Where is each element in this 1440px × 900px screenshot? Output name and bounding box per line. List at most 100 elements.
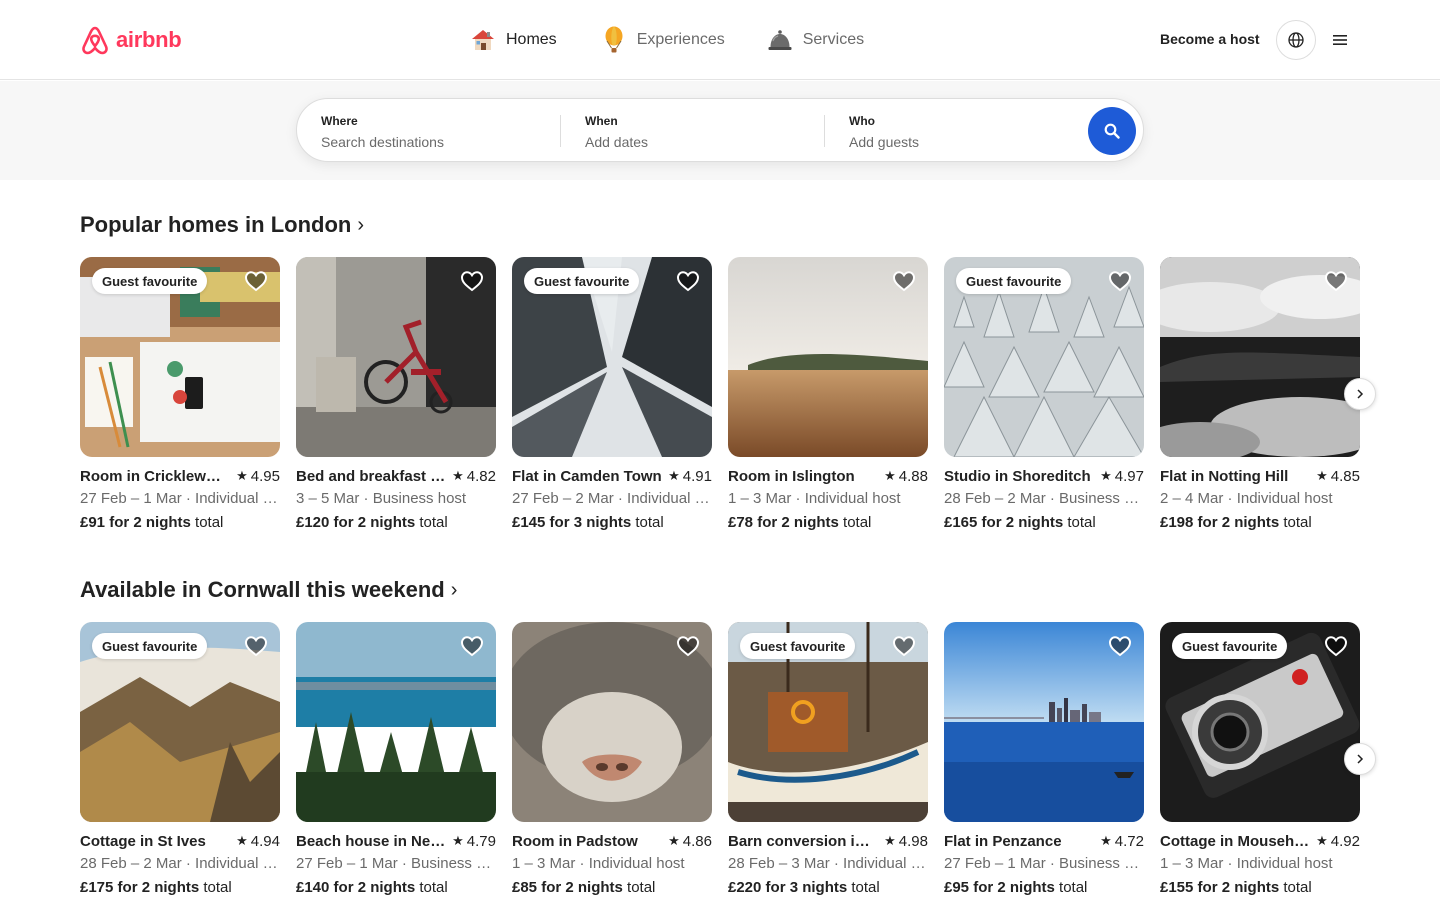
search-icon [1104,123,1120,139]
listing-card[interactable]: Flat in Notting Hill ★ 4.85 2 – 4 Mar · Ind… [1160,257,1360,533]
language-button[interactable] [1276,20,1316,60]
who-label: Who [849,114,875,128]
wishlist-heart-button[interactable] [460,634,484,658]
guest-favourite-badge: Guest favourite [524,268,640,294]
listing-card[interactable]: Room in Padstow ★ 4.86 1 – 3 Mar · Individu… [512,622,712,898]
section-cornwall-weekend: Available in Cornwall this weekend › Guest… [80,576,1376,900]
guest-favourite-badge: Guest favourite [740,633,856,659]
who-field[interactable]: Who Add guests [849,99,1069,163]
wishlist-heart-button[interactable] [1108,634,1132,658]
star-icon: ★ [884,833,896,848]
listing-photo[interactable]: Guest favourite [944,257,1144,457]
listing-title: Flat in Penzance [944,832,1062,850]
wishlist-heart-button[interactable] [892,269,916,293]
listing-photo[interactable] [296,257,496,457]
wishlist-heart-button[interactable] [676,269,700,293]
price-amount: £145 for 3 nights [512,514,632,531]
guest-favourite-badge: Guest favourite [956,268,1072,294]
listing-photo[interactable] [728,257,928,457]
wishlist-heart-button[interactable] [244,269,268,293]
listing-title: Room in Padstow [512,832,638,850]
search-divider [824,115,825,147]
listing-photo[interactable]: Guest favourite [728,622,928,822]
listing-card[interactable]: Guest favourite Room in Cricklewood ★ 4.95 2… [80,257,280,533]
guest-favourite-badge: Guest favourite [92,633,208,659]
listing-photo[interactable]: Guest favourite [80,622,280,822]
listing-photo[interactable] [1160,257,1360,457]
listing-card[interactable]: Bed and breakfast in Hackney ★4.82 3 – 5 M… [296,257,496,533]
price-suffix: total [419,514,448,531]
price-amount: £220 for 3 nights [728,879,848,896]
hamburger-menu-icon [1333,35,1347,45]
listing-title: Bed and breakfast in Hackney [296,467,446,485]
wishlist-heart-button[interactable] [1324,269,1348,293]
listing-info-row: Room in Islington ★ 4.88 [728,467,928,485]
section-title[interactable]: Available in Cornwall this weekend › [80,576,1360,604]
search-band: Where Search destinations When Add dates… [0,81,1440,180]
listing-dates-host: 27 Feb – 1 Mar · Business host [296,855,496,872]
nav-services[interactable]: Services [767,22,864,58]
rating-value: 4.92 [1330,832,1360,850]
section-title[interactable]: Popular homes in London › [80,211,1360,239]
airbnb-logo[interactable]: airbnb [80,24,182,56]
listing-title: Barn conversion in Falmouth [728,832,878,850]
listing-card[interactable]: Room in Islington ★ 4.88 1 – 3 Mar · Indivi… [728,257,928,533]
search-divider [560,115,561,147]
listing-info-row: Flat in Penzance ★ 4.72 [944,832,1144,850]
when-input[interactable]: Add dates [585,134,815,150]
listing-photo[interactable] [512,622,712,822]
listing-carousel: Guest favourite Room in Cricklewood ★ 4.95 2… [80,257,1376,547]
price-suffix: total [1067,514,1096,531]
become-host-link[interactable]: Become a host [1160,31,1260,47]
price-suffix: total [1283,514,1312,531]
chevron-right-icon: › [357,213,364,236]
carousel-next-button[interactable] [1344,378,1376,410]
wishlist-heart-button[interactable] [892,634,916,658]
star-icon: ★ [236,468,248,483]
listing-dates-host: 28 Feb – 2 Mar · Individual host [80,855,280,872]
listing-card[interactable]: Guest favourite Flat in Camden Town ★ 4.91 2… [512,257,712,533]
wishlist-heart-button[interactable] [1108,269,1132,293]
nav-experiences[interactable]: Experiences [601,22,725,58]
listing-title: Flat in Notting Hill [1160,467,1289,485]
heart-icon [1324,636,1348,657]
listing-photo[interactable]: Guest favourite [1160,622,1360,822]
search-button[interactable] [1088,107,1136,155]
top-header: airbnb Homes Experiences Services Become… [0,0,1440,80]
listing-card[interactable]: Guest favourite Cottage in St Ives ★ 4.94 28… [80,622,280,898]
when-field[interactable]: When Add dates [585,99,815,163]
listing-photo[interactable] [944,622,1144,822]
globe-icon [1288,32,1304,48]
wishlist-heart-button[interactable] [460,269,484,293]
section-title-text: Available in Cornwall this weekend [80,577,445,602]
listing-price: £145 for 3 nights total [512,513,712,533]
listing-card[interactable]: Guest favourite Barn conversion in Falmou… [728,622,928,898]
listing-dates-host: 1 – 3 Mar · Individual host [728,490,901,507]
listing-card[interactable]: Guest favourite Studio in Shoreditch ★ 4.97… [944,257,1144,533]
where-input[interactable]: Search destinations [321,134,551,150]
main-menu-button[interactable] [1326,26,1354,54]
price-suffix: total [843,514,872,531]
listing-photo[interactable]: Guest favourite [512,257,712,457]
listing-card[interactable]: Guest favourite Cottage in Mousehole ★ 4.92… [1160,622,1360,898]
wishlist-heart-button[interactable] [1324,634,1348,658]
price-suffix: total [851,879,880,896]
wishlist-heart-button[interactable] [244,634,268,658]
nav-homes[interactable]: Homes [470,22,557,58]
who-input[interactable]: Add guests [849,134,1069,150]
listing-info-row: Studio in Shoreditch ★ 4.97 [944,467,1144,485]
listing-dates-host: 1 – 3 Mar · Individual host [512,855,685,872]
listing-card[interactable]: Beach house in Newquay ★4.79 27 Feb – 1 Ma… [296,622,496,898]
where-field[interactable]: Where Search destinations [321,99,551,163]
rating-value: 4.95 [250,467,280,485]
listing-card[interactable]: Flat in Penzance ★ 4.72 27 Feb – 1 Mar · Bu… [944,622,1144,898]
listing-photo[interactable]: Guest favourite [80,257,280,457]
wishlist-heart-button[interactable] [676,634,700,658]
heart-icon [460,271,484,292]
listing-photo[interactable] [296,622,496,822]
listing-title: Studio in Shoreditch [944,467,1091,485]
chevron-right-icon: › [450,578,458,601]
heart-icon [892,271,916,292]
carousel-next-button[interactable] [1344,743,1376,775]
rating-value: 4.98 [898,832,928,850]
